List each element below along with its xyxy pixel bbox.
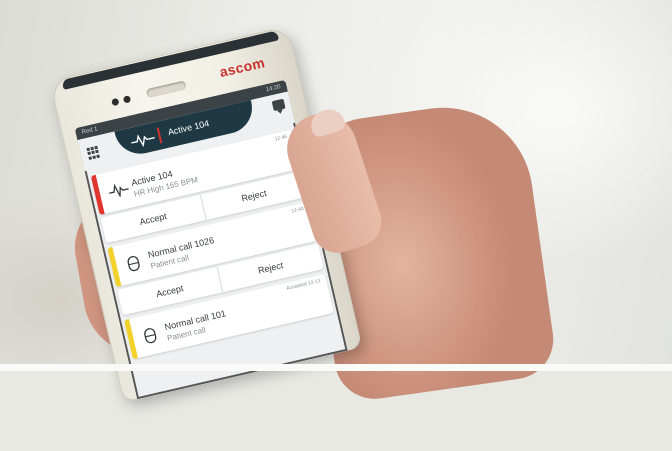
brand-logo: ascom — [218, 54, 267, 81]
priority-stripe — [124, 319, 138, 360]
image-border — [0, 364, 672, 371]
priority-divider — [156, 127, 163, 144]
priority-stripe — [107, 246, 122, 288]
heartbeat-icon — [131, 134, 155, 148]
heartbeat-icon — [109, 183, 129, 199]
tab-label: Active 104 — [166, 118, 211, 138]
call-button-icon — [144, 328, 157, 344]
app-grid-icon[interactable] — [86, 145, 100, 160]
notification-time: Accepted 12:13 — [285, 278, 322, 292]
call-button-icon — [127, 255, 140, 272]
priority-stripe — [90, 174, 105, 215]
notification-time: 12:40 — [290, 206, 305, 215]
notification-time: 12:46 — [274, 133, 288, 143]
sensor-icon — [122, 95, 132, 104]
sensor-icon — [111, 97, 120, 107]
speaker-grille — [145, 80, 187, 99]
message-icon[interactable] — [271, 98, 286, 112]
